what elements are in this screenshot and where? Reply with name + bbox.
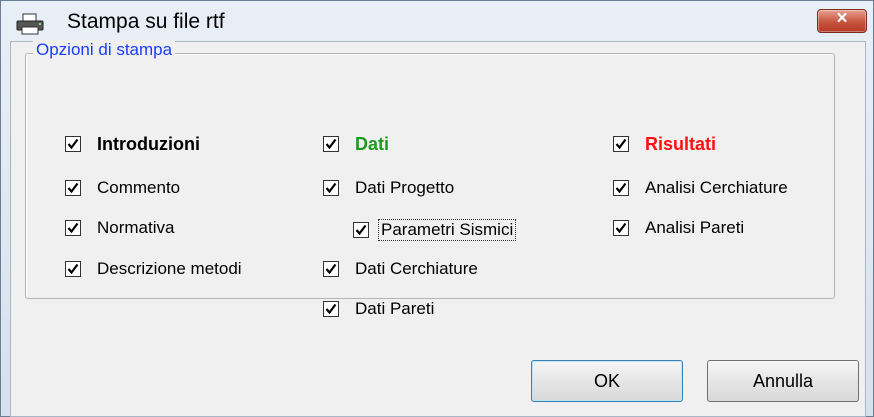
title-bar[interactable]: Stampa su file rtf × xyxy=(1,1,873,41)
checkbox-checked-icon xyxy=(65,180,81,196)
close-button[interactable]: × xyxy=(817,8,867,33)
checkbox-checked-icon xyxy=(323,261,339,277)
checkbox-label: Descrizione metodi xyxy=(97,259,242,278)
checkbox-label: Dati xyxy=(355,133,390,154)
checkbox-checked-icon xyxy=(323,301,339,317)
checkbox-label: Risultati xyxy=(645,133,717,154)
window-title: Stampa su file rtf xyxy=(67,10,225,33)
checkbox-dati[interactable]: Dati xyxy=(323,133,389,155)
checkbox-checked-icon xyxy=(323,180,339,196)
checkbox-label: Dati Pareti xyxy=(355,299,435,318)
checkbox-descrizione-metodi[interactable]: Descrizione metodi xyxy=(65,258,242,280)
checkbox-dati-pareti[interactable]: Dati Pareti xyxy=(323,298,434,320)
checkbox-checked-icon xyxy=(613,180,629,196)
checkbox-checked-icon xyxy=(65,220,81,236)
checkbox-analisi-pareti[interactable]: Analisi Pareti xyxy=(613,217,744,239)
printer-icon xyxy=(16,13,44,35)
checkbox-label: Dati Cerchiature xyxy=(355,259,478,278)
checkbox-checked-icon xyxy=(65,261,81,277)
checkbox-parametri-sismici[interactable]: Parametri Sismici xyxy=(353,219,517,241)
checkbox-risultati[interactable]: Risultati xyxy=(613,133,716,155)
checkbox-label: Introduzioni xyxy=(97,133,200,154)
cancel-button[interactable]: Annulla xyxy=(707,360,859,402)
checkbox-label: Dati Progetto xyxy=(355,178,455,197)
checkbox-label: Analisi Pareti xyxy=(645,218,745,237)
checkbox-checked-icon xyxy=(323,136,339,152)
checkbox-label: Analisi Cerchiature xyxy=(645,178,788,197)
checkbox-checked-icon xyxy=(613,220,629,236)
checkbox-label: Parametri Sismici xyxy=(378,219,517,241)
checkbox-checked-icon xyxy=(353,222,369,238)
ok-button[interactable]: OK xyxy=(531,360,683,402)
checkbox-label: Normativa xyxy=(97,218,175,237)
group-title: Opzioni di stampa xyxy=(33,40,176,60)
checkbox-checked-icon xyxy=(65,136,81,152)
checkbox-checked-icon xyxy=(613,136,629,152)
checkbox-analisi-cerchiature[interactable]: Analisi Cerchiature xyxy=(613,177,788,199)
checkbox-dati-progetto[interactable]: Dati Progetto xyxy=(323,177,454,199)
checkbox-label: Commento xyxy=(97,178,181,197)
checkbox-introduzioni[interactable]: Introduzioni xyxy=(65,133,200,155)
close-icon: × xyxy=(836,8,848,29)
checkbox-commento[interactable]: Commento xyxy=(65,177,180,199)
checkbox-normativa[interactable]: Normativa xyxy=(65,217,174,239)
checkbox-dati-cerchiature[interactable]: Dati Cerchiature xyxy=(323,258,478,280)
dialog-window: Stampa su file rtf × Opzioni di stampa I… xyxy=(0,0,874,417)
